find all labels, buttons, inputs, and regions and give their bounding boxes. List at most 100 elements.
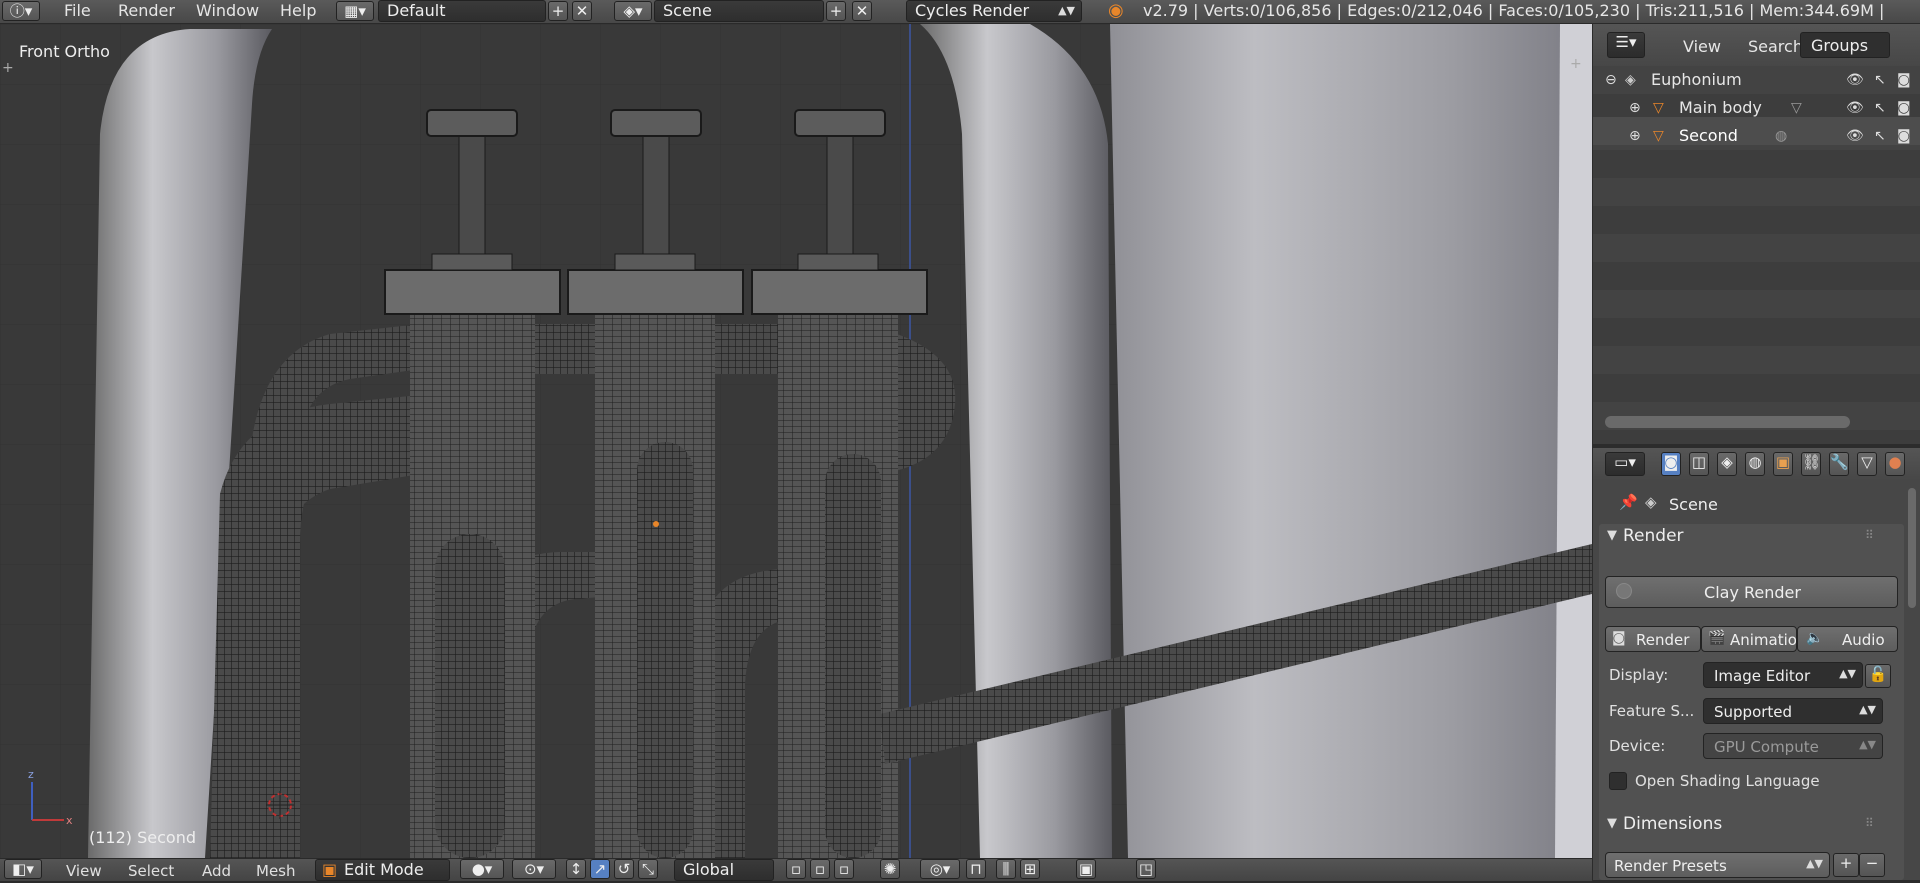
editor-type-info-icon[interactable]: ⓘ▾ [2,1,40,21]
properties-editor-icon[interactable]: ▭▾ [1605,452,1645,476]
mode-select[interactable]: ▣ Edit Mode [315,859,450,881]
pin-icon[interactable]: 📌 [1619,493,1638,511]
snap-magnet-icon[interactable]: ⊓ [966,859,986,879]
outliner-horizontal-scrollbar[interactable] [1605,416,1850,428]
scene-select[interactable]: Scene [654,0,824,22]
layer-icon-3[interactable]: ▫ [834,859,854,879]
panel-collapse-arrow-icon[interactable]: ▼ [1607,528,1617,543]
render-layers-tab-icon[interactable]: ◫ [1689,452,1709,476]
snap-target-icon[interactable]: ⫼ [996,859,1016,879]
screen-layout-select[interactable]: Default [378,0,546,22]
material-tab-icon[interactable]: ● [1885,452,1905,476]
screen-layout-icon[interactable]: ▦▾ [336,1,374,21]
menu-help[interactable]: Help [280,0,316,23]
manipulator-toggle-icon[interactable]: ↕ [566,859,586,879]
snap-select-icon[interactable]: ◎▾ [920,859,960,879]
edit-mode-icon: ▣ [322,860,338,879]
world-tab-icon[interactable]: ◍ [1745,452,1765,476]
remove-preset-button[interactable]: − [1859,853,1885,877]
3d-viewport[interactable]: Front Ortho (112) Second z x + + [0,24,1592,858]
menu-mesh[interactable]: Mesh [256,859,296,881]
renderable-camera-icon[interactable]: ◙ [1897,100,1911,116]
updown-arrow-icon: ▲▼ [1806,857,1823,870]
properties-toggle-icon[interactable]: + [1570,56,1582,72]
menu-add[interactable]: Add [202,859,231,881]
layer-icon[interactable]: ▫ [786,859,806,879]
remove-scene-button[interactable]: ✕ [852,1,872,21]
clay-render-button[interactable]: Clay Render [1605,576,1898,608]
mesh-data-icon[interactable]: ▽ [1791,100,1802,116]
menu-render[interactable]: Render [118,0,175,23]
scene-tab-icon[interactable]: ◈ [1717,452,1737,476]
render-presets-select[interactable]: Render Presets ▲▼ [1605,852,1830,878]
drag-handle-icon[interactable]: ⠿ [1865,816,1874,830]
proportional-edit-icon[interactable]: ✺ [880,859,900,879]
editor-type-3dview-icon[interactable]: ◧▾ [4,859,42,879]
lock-interface-icon[interactable]: 🔓 [1865,664,1891,688]
renderable-camera-icon[interactable]: ◙ [1897,128,1911,144]
visibility-eye-icon[interactable]: 👁 [1846,72,1864,88]
edit-mesh-data-icon[interactable]: ◍ [1775,128,1787,144]
outliner-menu-search[interactable]: Search [1748,37,1803,56]
rotate-manipulator-icon[interactable]: ↺ [614,859,634,879]
collapse-icon[interactable]: ⊖ [1605,72,1617,88]
pivot-select-icon[interactable]: ⊙▾ [512,859,556,879]
render-audio-button[interactable]: 🔈 Audio [1797,626,1898,652]
display-label: Display: [1609,666,1669,684]
menu-select[interactable]: Select [128,859,174,881]
visibility-eye-icon[interactable]: 👁 [1846,128,1864,144]
expand-icon[interactable]: ⊕ [1629,100,1641,116]
add-scene-button[interactable]: + [826,1,846,21]
render-still-button[interactable]: ◙ Render [1605,626,1701,652]
drag-handle-icon[interactable]: ⠿ [1865,528,1874,542]
render-image-icon[interactable]: ▣ [1076,859,1096,879]
feature-set-select[interactable]: Supported ▲▼ [1703,698,1883,724]
layer-icon-2[interactable]: ▫ [810,859,830,879]
panel-collapse-arrow-icon[interactable]: ▼ [1607,816,1617,831]
add-layout-button[interactable]: + [548,1,568,21]
render-engine-select[interactable]: Cycles Render ▲▼ [906,0,1082,22]
snap-align-icon[interactable]: ⊞ [1020,859,1040,879]
render-animation-button[interactable]: 🎬 Animatio [1701,626,1797,652]
dimensions-panel-title[interactable]: Dimensions [1623,814,1722,834]
modifiers-tab-icon[interactable]: 🔧 [1829,452,1849,476]
data-tab-icon[interactable]: ▽ [1857,452,1877,476]
scale-manipulator-icon[interactable]: ⤡ [638,859,658,879]
osl-checkbox[interactable] [1609,772,1627,790]
device-label: Device: [1609,737,1666,755]
outliner-menu-view[interactable]: View [1683,37,1721,56]
display-select[interactable]: Image Editor ▲▼ [1703,662,1863,688]
selectable-cursor-icon[interactable]: ↖ [1874,72,1886,88]
toolshelf-toggle-icon[interactable]: + [2,60,14,76]
outliner-row-main-body[interactable]: ⊕ ▽ Main body ▽ 👁 ↖ ◙ [1593,94,1920,122]
object-tab-icon[interactable]: ▣ [1773,452,1793,476]
display-mode-select[interactable]: Groups [1800,32,1890,58]
renderable-camera-icon[interactable]: ◙ [1897,72,1911,88]
outliner-row-second[interactable]: ⊕ ▽ Second ◍ 👁 ↖ ◙ [1593,122,1920,150]
menu-file[interactable]: File [64,0,91,23]
expand-icon[interactable]: ⊕ [1629,128,1641,144]
shading-select-icon[interactable]: ●▾ [460,859,504,879]
blender-logo-icon: ◉ [1108,0,1124,21]
menu-view[interactable]: View [66,859,102,881]
add-preset-button[interactable]: + [1833,853,1859,877]
outliner-row-euphonium[interactable]: ⊖ ◈ Euphonium 👁 ↖ ◙ [1593,66,1920,94]
device-select[interactable]: GPU Compute ▲▼ [1703,733,1883,759]
scene-context-icon: ◈ [1645,493,1657,511]
scene-icon[interactable]: ◈▾ [614,1,652,21]
constraints-tab-icon[interactable]: ⛓ [1801,452,1821,476]
selectable-cursor-icon[interactable]: ↖ [1874,128,1886,144]
menu-window[interactable]: Window [196,0,259,23]
opengl-render-icon[interactable]: ◳ [1136,859,1156,879]
outliner-editor-icon[interactable]: ☰▾ [1607,32,1645,58]
visibility-eye-icon[interactable]: 👁 [1846,100,1864,116]
translate-manipulator-icon[interactable]: ↗ [590,859,610,879]
updown-arrow-icon: ▲▼ [1058,4,1075,17]
osl-label: Open Shading Language [1635,772,1820,790]
selectable-cursor-icon[interactable]: ↖ [1874,100,1886,116]
properties-scrollbar[interactable] [1908,488,1916,608]
orientation-select[interactable]: Global [674,859,774,881]
render-tab-camera-icon[interactable]: ◙ [1661,452,1681,476]
render-panel-title[interactable]: Render [1623,526,1684,546]
remove-layout-button[interactable]: ✕ [572,1,592,21]
